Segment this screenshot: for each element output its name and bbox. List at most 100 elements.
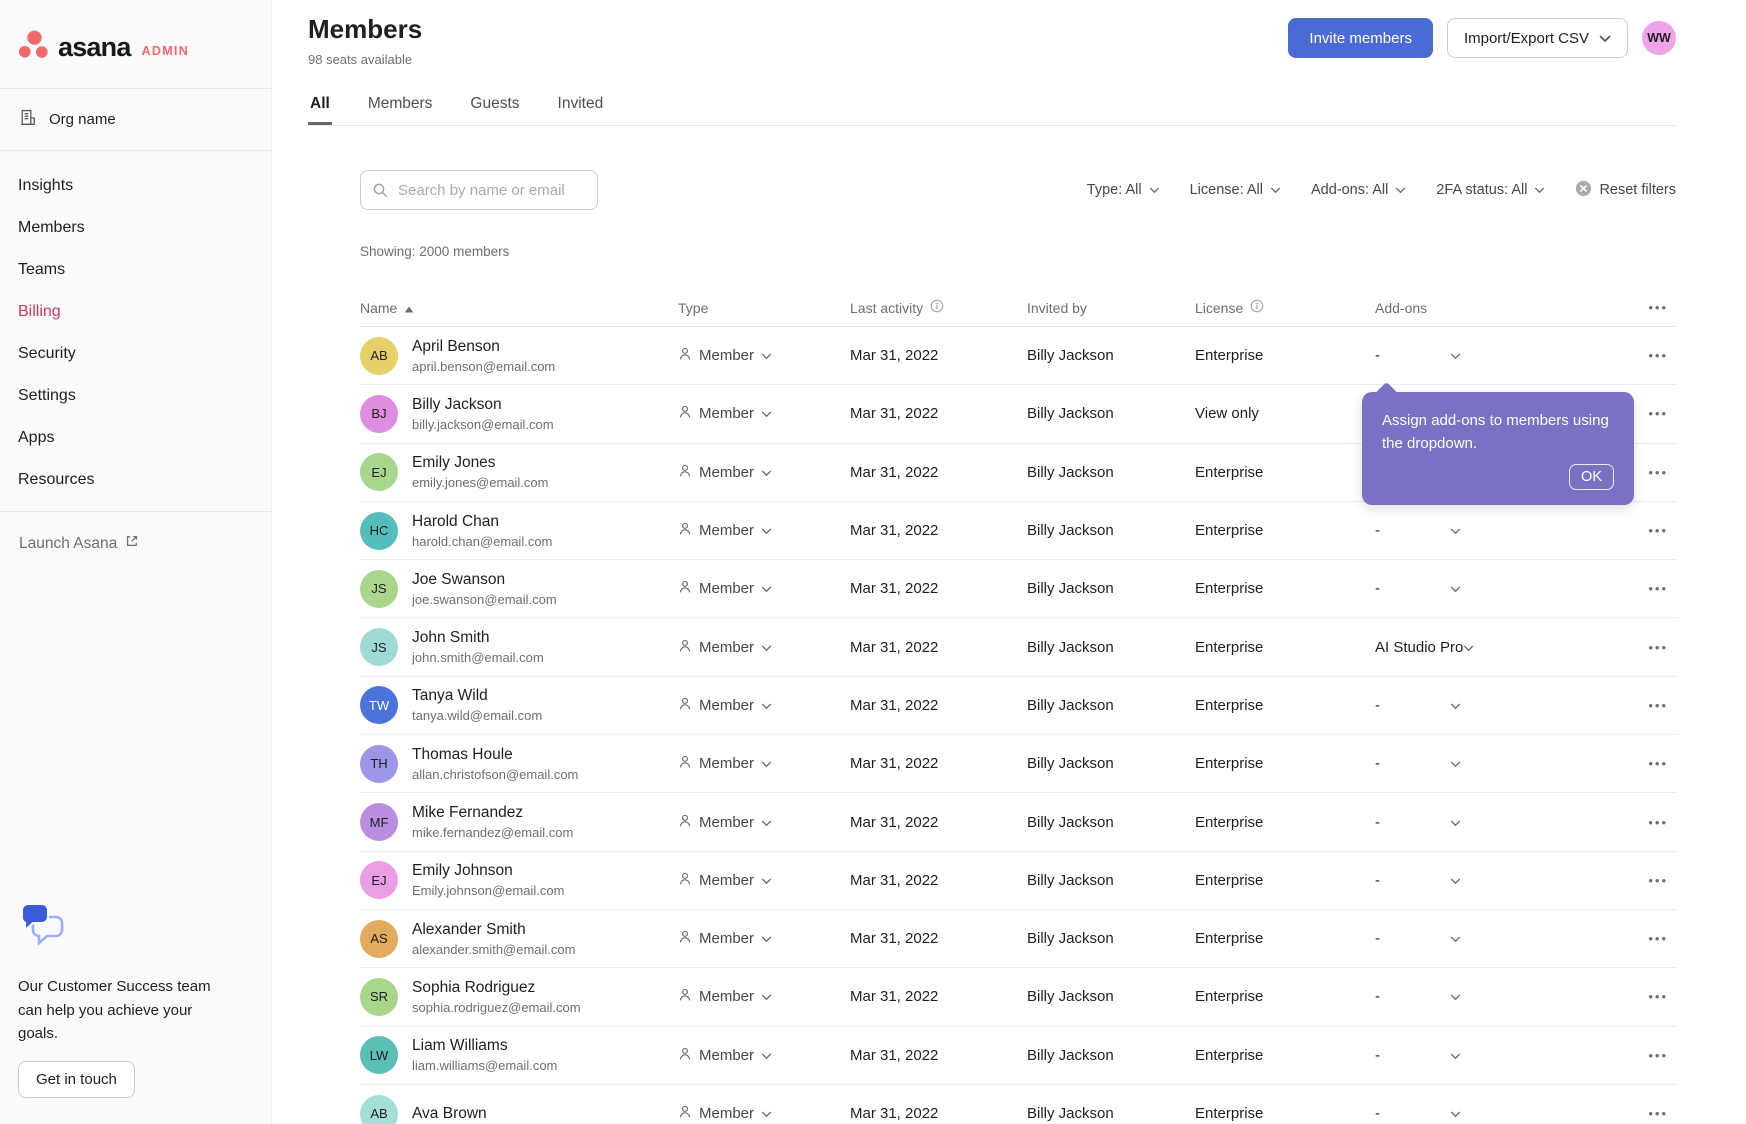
- person-icon: [678, 638, 692, 657]
- row-menu-button[interactable]: •••: [1648, 1106, 1668, 1121]
- member-type-dropdown[interactable]: Member: [678, 696, 850, 715]
- row-menu-button[interactable]: •••: [1648, 523, 1668, 538]
- filter-dropdown-2fa-status[interactable]: 2FA status: All: [1436, 182, 1545, 198]
- sidebar-item-apps[interactable]: Apps: [0, 417, 271, 459]
- addons-dropdown[interactable]: -: [1375, 872, 1461, 889]
- person-icon: [678, 521, 692, 540]
- member-name[interactable]: Tanya Wild: [412, 687, 542, 705]
- row-menu-button[interactable]: •••: [1648, 815, 1668, 830]
- member-type-dropdown[interactable]: Member: [678, 463, 850, 482]
- addons-dropdown[interactable]: -: [1375, 522, 1461, 539]
- row-menu-button[interactable]: •••: [1648, 581, 1668, 596]
- invite-members-button[interactable]: Invite members: [1288, 18, 1433, 58]
- sidebar-item-teams[interactable]: Teams: [0, 249, 271, 291]
- chevron-down-icon: [1599, 30, 1611, 47]
- addons-dropdown[interactable]: -: [1375, 930, 1461, 947]
- member-type-dropdown[interactable]: Member: [678, 871, 850, 890]
- member-type-dropdown[interactable]: Member: [678, 754, 850, 773]
- member-name[interactable]: Joe Swanson: [412, 571, 557, 589]
- addons-dropdown[interactable]: -: [1375, 814, 1461, 831]
- member-name[interactable]: Thomas Houle: [412, 746, 578, 764]
- sidebar-item-insights[interactable]: Insights: [0, 165, 271, 207]
- last-activity: Mar 31, 2022: [850, 1105, 1027, 1122]
- column-settings-button[interactable]: •••: [1590, 300, 1676, 315]
- row-menu-button[interactable]: •••: [1648, 640, 1668, 655]
- member-name[interactable]: April Benson: [412, 338, 555, 356]
- member-type-dropdown[interactable]: Member: [678, 638, 850, 657]
- user-avatar[interactable]: WW: [1642, 21, 1676, 55]
- column-header-license[interactable]: License: [1195, 299, 1375, 316]
- addons-dropdown[interactable]: -: [1375, 1105, 1461, 1122]
- row-menu-button[interactable]: •••: [1648, 1048, 1668, 1063]
- addons-dropdown[interactable]: AI Studio Pro: [1375, 639, 1474, 656]
- tooltip-ok-button[interactable]: OK: [1569, 464, 1614, 490]
- member-email: billy.jackson@email.com: [412, 417, 554, 432]
- license: Enterprise: [1195, 1105, 1375, 1122]
- launch-asana-link[interactable]: Launch Asana: [0, 512, 271, 553]
- member-type-dropdown[interactable]: Member: [678, 404, 850, 423]
- member-type-dropdown[interactable]: Member: [678, 929, 850, 948]
- member-name[interactable]: Alexander Smith: [412, 921, 575, 939]
- member-type-dropdown[interactable]: Member: [678, 1104, 850, 1123]
- member-type-dropdown[interactable]: Member: [678, 521, 850, 540]
- addons-dropdown[interactable]: -: [1375, 988, 1461, 1005]
- column-header-last-activity[interactable]: Last activity: [850, 299, 1027, 316]
- addons-dropdown[interactable]: -: [1375, 697, 1461, 714]
- row-menu-button[interactable]: •••: [1648, 465, 1668, 480]
- member-name[interactable]: Liam Williams: [412, 1037, 557, 1055]
- row-menu-button[interactable]: •••: [1648, 348, 1668, 363]
- member-name[interactable]: Harold Chan: [412, 513, 552, 531]
- row-menu-button[interactable]: •••: [1648, 931, 1668, 946]
- filter-dropdown-type[interactable]: Type: All: [1087, 182, 1160, 198]
- org-selector[interactable]: Org name: [0, 89, 271, 150]
- row-menu-button[interactable]: •••: [1648, 406, 1668, 421]
- column-header-invited-by[interactable]: Invited by: [1027, 300, 1195, 316]
- column-header-addons[interactable]: Add-ons: [1375, 300, 1590, 316]
- sidebar-item-members[interactable]: Members: [0, 207, 271, 249]
- row-menu-button[interactable]: •••: [1648, 989, 1668, 1004]
- tab-guests[interactable]: Guests: [468, 89, 521, 125]
- tab-members[interactable]: Members: [366, 89, 435, 125]
- addons-dropdown[interactable]: -: [1375, 580, 1461, 597]
- member-type-dropdown[interactable]: Member: [678, 1046, 850, 1065]
- member-cell: JSJoe Swansonjoe.swanson@email.com: [360, 570, 678, 608]
- sidebar-item-resources[interactable]: Resources: [0, 459, 271, 501]
- member-type-dropdown[interactable]: Member: [678, 987, 850, 1006]
- addons-dropdown[interactable]: -: [1375, 755, 1461, 772]
- member-name[interactable]: Mike Fernandez: [412, 804, 573, 822]
- filter-dropdown-license[interactable]: License: All: [1190, 182, 1281, 198]
- sidebar-item-security[interactable]: Security: [0, 333, 271, 375]
- member-name[interactable]: Sophia Rodriguez: [412, 979, 581, 997]
- addons-dropdown[interactable]: -: [1375, 1047, 1461, 1064]
- last-activity: Mar 31, 2022: [850, 930, 1027, 947]
- row-menu-button[interactable]: •••: [1648, 873, 1668, 888]
- member-name[interactable]: Billy Jackson: [412, 396, 554, 414]
- tab-invited[interactable]: Invited: [556, 89, 606, 125]
- member-type-dropdown[interactable]: Member: [678, 579, 850, 598]
- sidebar-item-billing[interactable]: Billing: [0, 291, 271, 333]
- avatar: AB: [360, 337, 398, 375]
- row-menu-button[interactable]: •••: [1648, 756, 1668, 771]
- launch-asana-label: Launch Asana: [19, 535, 117, 553]
- member-type-dropdown[interactable]: Member: [678, 346, 850, 365]
- import-export-csv-button[interactable]: Import/Export CSV: [1447, 18, 1628, 58]
- row-menu-button[interactable]: •••: [1648, 698, 1668, 713]
- member-name[interactable]: John Smith: [412, 629, 544, 647]
- member-name[interactable]: Ava Brown: [412, 1105, 487, 1123]
- search-input[interactable]: [360, 170, 598, 210]
- filter-dropdown-add-ons[interactable]: Add-ons: All: [1311, 182, 1406, 198]
- addons-dropdown[interactable]: -: [1375, 347, 1461, 364]
- tab-all[interactable]: All: [308, 89, 332, 125]
- avatar: SR: [360, 978, 398, 1016]
- member-email: april.benson@email.com: [412, 359, 555, 374]
- chevron-down-icon: [761, 872, 772, 889]
- get-in-touch-button[interactable]: Get in touch: [18, 1061, 135, 1098]
- member-name[interactable]: Emily Johnson: [412, 862, 564, 880]
- column-header-name[interactable]: Name: [360, 300, 678, 316]
- reset-filters-button[interactable]: Reset filters: [1575, 180, 1676, 201]
- member-name[interactable]: Emily Jones: [412, 454, 549, 472]
- member-type-dropdown[interactable]: Member: [678, 813, 850, 832]
- sidebar-item-settings[interactable]: Settings: [0, 375, 271, 417]
- member-identity: Mike Fernandezmike.fernandez@email.com: [412, 804, 573, 840]
- column-header-type[interactable]: Type: [678, 300, 850, 316]
